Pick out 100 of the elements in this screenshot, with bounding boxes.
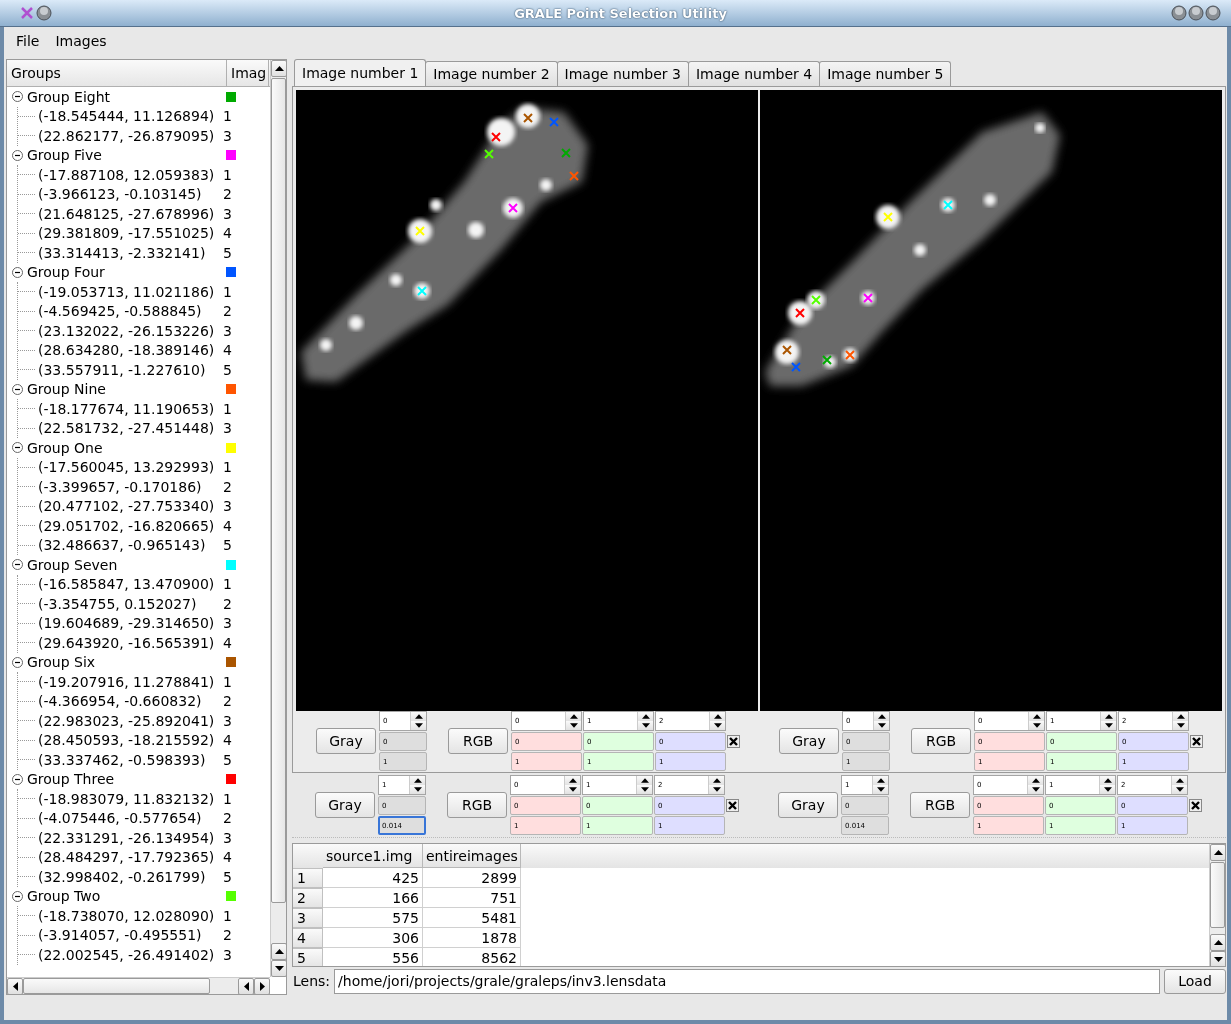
single-channel-button[interactable]: Gray xyxy=(316,728,376,754)
spin-down-button[interactable] xyxy=(638,721,653,730)
collapse-icon[interactable] xyxy=(12,266,23,278)
point-marker[interactable] xyxy=(845,350,855,360)
scroll-right-button[interactable] xyxy=(254,978,270,994)
group-name[interactable]: Group Seven xyxy=(23,556,219,573)
scrollbar-thumb[interactable] xyxy=(271,78,286,903)
point-coordinates[interactable]: (-18.983079, 11.832132) xyxy=(35,790,223,807)
scroll-up-button[interactable] xyxy=(1210,844,1225,861)
group-name[interactable]: Group Three xyxy=(23,771,219,788)
point-coordinates[interactable]: (-4.569425, -0.588845) xyxy=(35,303,223,320)
vertical-scrollbar[interactable] xyxy=(1209,844,1225,966)
group-name[interactable]: Group Four xyxy=(23,264,219,281)
spin-up-button[interactable] xyxy=(1029,712,1044,721)
point-coordinates[interactable]: (33.337462, -0.598393) xyxy=(35,751,223,768)
rgb-button[interactable]: RGB xyxy=(447,792,507,818)
rgb-button[interactable]: RGB xyxy=(910,792,970,818)
point-coordinates[interactable]: (-19.053713, 11.021186) xyxy=(35,283,223,300)
spin-down-button[interactable] xyxy=(874,721,889,730)
point-coordinates[interactable]: (29.643920, -16.565391) xyxy=(35,634,223,651)
collapse-icon[interactable] xyxy=(12,442,23,454)
menu-item[interactable]: File xyxy=(8,31,48,51)
point-coordinates[interactable]: (-18.738070, 12.028090) xyxy=(35,907,223,924)
point-marker[interactable] xyxy=(782,345,792,355)
point-coordinates[interactable]: (-4.366954, -0.660832) xyxy=(35,693,223,710)
spin-up-button[interactable] xyxy=(874,712,889,721)
spin-down-button[interactable] xyxy=(637,785,652,794)
spin-up-button[interactable] xyxy=(1172,776,1187,785)
menu-item[interactable]: Images xyxy=(47,31,115,51)
spin-up-button[interactable] xyxy=(566,712,581,721)
point-coordinates[interactable]: (28.634280, -18.389146) xyxy=(35,342,223,359)
image-tab[interactable]: Image number 1 xyxy=(294,59,427,86)
maximize-button[interactable] xyxy=(1188,5,1204,21)
point-coordinates[interactable]: (33.314413, -2.332141) xyxy=(35,244,223,261)
image-tab[interactable]: Image number 3 xyxy=(556,61,689,86)
point-coordinates[interactable]: (-3.354755, 0.152027) xyxy=(35,595,223,612)
group-name[interactable]: Group Five xyxy=(23,147,219,164)
spin-down-button[interactable] xyxy=(873,785,888,794)
point-marker[interactable] xyxy=(523,113,533,123)
point-coordinates[interactable]: (28.450593, -18.215592) xyxy=(35,732,223,749)
scroll-left-button[interactable] xyxy=(238,978,254,994)
collapse-icon[interactable] xyxy=(12,149,23,161)
collapse-icon[interactable] xyxy=(12,559,23,571)
collapse-icon[interactable] xyxy=(12,656,23,668)
row-header[interactable]: 1 xyxy=(293,868,323,888)
spin-up-button[interactable] xyxy=(710,712,725,721)
point-coordinates[interactable]: (28.484297, -17.792365) xyxy=(35,849,223,866)
collapse-icon[interactable] xyxy=(12,91,23,103)
spin-up-button[interactable] xyxy=(873,776,888,785)
point-coordinates[interactable]: (-19.207916, 11.278841) xyxy=(35,673,223,690)
point-coordinates[interactable]: (23.132022, -26.153226) xyxy=(35,322,223,339)
point-coordinates[interactable]: (22.331291, -26.134954) xyxy=(35,829,223,846)
point-coordinates[interactable]: (22.862177, -26.879095) xyxy=(35,127,223,144)
group-name[interactable]: Group Six xyxy=(23,654,219,671)
spin-down-button[interactable] xyxy=(566,721,581,730)
image-view[interactable] xyxy=(760,90,1222,711)
spin-down-button[interactable] xyxy=(709,785,724,794)
image-view[interactable] xyxy=(296,90,758,711)
spin-up-button[interactable] xyxy=(1100,776,1115,785)
point-coordinates[interactable]: (-18.177674, 11.190653) xyxy=(35,400,223,417)
single-channel-button[interactable]: Gray xyxy=(778,792,838,818)
spin-up-button[interactable] xyxy=(637,776,652,785)
spin-down-button[interactable] xyxy=(1100,785,1115,794)
point-coordinates[interactable]: (-3.914057, -0.495551) xyxy=(35,927,223,944)
spin-up-button[interactable] xyxy=(411,712,426,721)
column-header[interactable]: Groups xyxy=(7,60,227,86)
scroll-up-button[interactable] xyxy=(1210,934,1225,951)
collapse-icon[interactable] xyxy=(12,773,23,785)
point-marker[interactable] xyxy=(549,117,559,127)
scroll-up-button[interactable] xyxy=(271,943,286,960)
point-marker[interactable] xyxy=(569,171,579,181)
spin-down-button[interactable] xyxy=(1173,721,1188,730)
column-header[interactable]: entireimages xyxy=(423,844,521,868)
row-header[interactable]: 4 xyxy=(293,928,323,948)
spin-down-button[interactable] xyxy=(565,785,580,794)
spin-up-button[interactable] xyxy=(1101,712,1116,721)
spin-up-button[interactable] xyxy=(1028,776,1043,785)
row-header[interactable]: 5 xyxy=(293,948,323,966)
point-coordinates[interactable]: (20.477102, -27.753340) xyxy=(35,498,223,515)
image-tab[interactable]: Image number 4 xyxy=(687,61,821,86)
row-header[interactable]: 3 xyxy=(293,908,323,928)
scroll-down-button[interactable] xyxy=(1210,951,1225,966)
point-coordinates[interactable]: (-3.399657, -0.170186) xyxy=(35,478,223,495)
vertical-scrollbar[interactable] xyxy=(270,60,286,977)
point-coordinates[interactable]: (-3.966123, -0.103145) xyxy=(35,186,223,203)
spin-up-button[interactable] xyxy=(565,776,580,785)
scroll-up-button[interactable] xyxy=(271,60,286,77)
scrollbar-thumb[interactable] xyxy=(23,978,210,994)
window-menu-button[interactable] xyxy=(36,5,52,21)
spin-up-button[interactable] xyxy=(638,712,653,721)
point-marker[interactable] xyxy=(791,362,801,372)
point-coordinates[interactable]: (32.486637, -0.965143) xyxy=(35,537,223,554)
group-name[interactable]: Group Eight xyxy=(23,88,219,105)
point-coordinates[interactable]: (-18.545444, 11.126894) xyxy=(35,108,223,125)
lens-path-field[interactable]: /home/jori/projects/grale/graleps/inv3.lensdata xyxy=(334,968,1160,994)
spin-down-button[interactable] xyxy=(1029,721,1044,730)
point-coordinates[interactable]: (-4.075446, -0.577654) xyxy=(35,810,223,827)
point-coordinates[interactable]: (29.051702, -16.820665) xyxy=(35,517,223,534)
minimize-button[interactable] xyxy=(1171,5,1187,21)
spin-up-button[interactable] xyxy=(410,776,425,785)
